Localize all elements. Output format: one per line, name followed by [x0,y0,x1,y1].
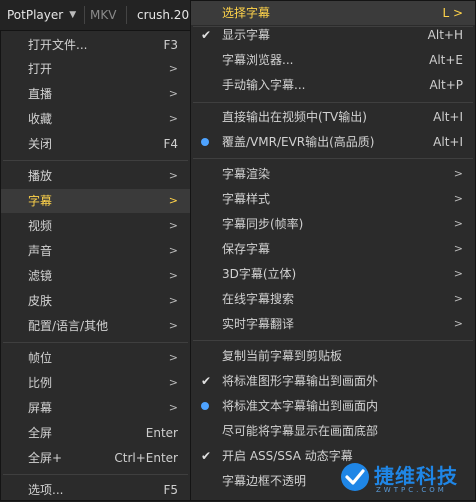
menu-item-aspect-ratio[interactable]: 比例 > [1,371,190,395]
menu-item-config-language[interactable]: 配置/语言/其他 > [1,314,190,338]
checkmark-icon: ✔ [201,374,212,388]
menu-item-realtime-translation[interactable]: 实时字幕翻译 > [191,312,475,336]
menu-divider [193,340,473,341]
menu-item-online-subtitle-search[interactable]: 在线字幕搜索 > [191,287,475,311]
submenu-arrow-icon: > [168,269,178,282]
menu-divider [3,474,188,475]
menu-item-subtitle-browser[interactable]: 字幕浏览器... Alt+E [191,48,475,72]
menu-item-overlay-output[interactable]: 覆盖/VMR/EVR输出(高品质) Alt+I [191,130,475,154]
menu-divider [193,102,473,103]
menu-item-options[interactable]: 选项... F5 [1,478,190,502]
submenu-arrow-icon: > [453,217,463,230]
menu-item-manual-subtitle[interactable]: 手动输入字幕... Alt+P [191,73,475,97]
watermark-name: 捷维科技 [374,464,458,488]
menu-divider [3,160,188,161]
radio-selected-icon [201,402,209,410]
title-separator [84,6,85,24]
menu-item-text-subtitle-inside[interactable]: 将标准文本字幕输出到画面内 [191,394,475,418]
menu-divider [193,158,473,159]
menu-item-close[interactable]: 关闭 F4 [1,132,190,156]
menu-item-tv-output[interactable]: 直接输出在视频中(TV输出) Alt+I [191,105,475,129]
submenu-arrow-icon: > [168,376,178,389]
main-context-menu: 打开文件... F3 打开 > 直播 > 收藏 > 关闭 F4 播放 > 字幕 > 视频 > 声… [0,30,191,501]
menu-item-frame[interactable]: 帧位 > [1,346,190,370]
menu-item-favorites[interactable]: 收藏 > [1,107,190,131]
submenu-arrow-icon: > [453,267,463,280]
submenu-arrow-icon: > [168,169,178,182]
submenu-arrow-icon: > [168,62,178,75]
menu-item-playback[interactable]: 播放 > [1,164,190,188]
checkmark-icon: ✔ [201,449,212,463]
menu-item-subtitle-render[interactable]: 字幕渲染 > [191,162,475,186]
menu-item-fullscreen-plus[interactable]: 全屏+ Ctrl+Enter [1,446,190,470]
submenu-arrow-icon: > [453,292,463,305]
watermark-url: ZWTPC.COM [376,486,447,494]
app-menu-button[interactable]: PotPlayer ▼ [0,0,84,30]
menu-item-live[interactable]: 直播 > [1,82,190,106]
submenu-arrow-icon: > [168,112,178,125]
submenu-arrow-icon: > [168,194,178,207]
title-separator [126,6,127,24]
menu-item-open[interactable]: 打开 > [1,57,190,81]
watermark: 捷维科技 ZWTPC.COM [340,458,470,498]
menu-item-3d-subtitle[interactable]: 3D字幕(立体) > [191,262,475,286]
menu-item-subtitle-style[interactable]: 字幕样式 > [191,187,475,211]
menu-item-subtitles[interactable]: 字幕 > [1,189,190,213]
app-name: PotPlayer [7,8,64,22]
menu-item-graphic-subtitle-outside[interactable]: ✔ 将标准图形字幕输出到画面外 [191,369,475,393]
submenu-arrow-icon: > [168,87,178,100]
menu-item-show-subtitle[interactable]: ✔ 显示字幕 Alt+H [191,23,475,47]
menu-item-save-subtitle[interactable]: 保存字幕 > [191,237,475,261]
submenu-arrow-icon: > [453,167,463,180]
subtitle-submenu: 选择字幕 L > ✔ 显示字幕 Alt+H 字幕浏览器... Alt+E 手动输入字幕… [190,0,476,501]
menu-item-fullscreen[interactable]: 全屏 Enter [1,421,190,445]
menu-item-copy-subtitle[interactable]: 复制当前字幕到剪贴板 [191,344,475,368]
menu-item-screen[interactable]: 屏幕 > [1,396,190,420]
checkmark-icon: ✔ [201,28,212,42]
radio-selected-icon [201,138,209,146]
menu-divider [3,342,188,343]
menu-item-open-file[interactable]: 打开文件... F3 [1,33,190,57]
submenu-arrow-icon: > [168,401,178,414]
submenu-arrow-icon: > [168,351,178,364]
submenu-arrow-icon: > [168,319,178,332]
menu-item-subtitle-sync[interactable]: 字幕同步(帧率) > [191,212,475,236]
submenu-arrow-icon: > [453,242,463,255]
format-label: MKV [90,8,117,22]
chevron-down-icon: ▼ [69,10,77,20]
submenu-arrow-icon: > [168,219,178,232]
submenu-arrow-icon: > [168,294,178,307]
menu-item-subtitle-bottom[interactable]: 尽可能将字幕显示在画面底部 [191,419,475,443]
menu-item-audio[interactable]: 声音 > [1,239,190,263]
submenu-arrow-icon: > [453,192,463,205]
menu-item-filters[interactable]: 滤镜 > [1,264,190,288]
brand-logo-icon [341,463,369,491]
submenu-arrow-icon: > [453,317,463,330]
menu-item-select-subtitle[interactable]: 选择字幕 L > [191,1,475,25]
menu-item-skin[interactable]: 皮肤 > [1,289,190,313]
menu-item-video[interactable]: 视频 > [1,214,190,238]
file-title: crush.202 [137,8,197,22]
submenu-arrow-icon: > [168,244,178,257]
